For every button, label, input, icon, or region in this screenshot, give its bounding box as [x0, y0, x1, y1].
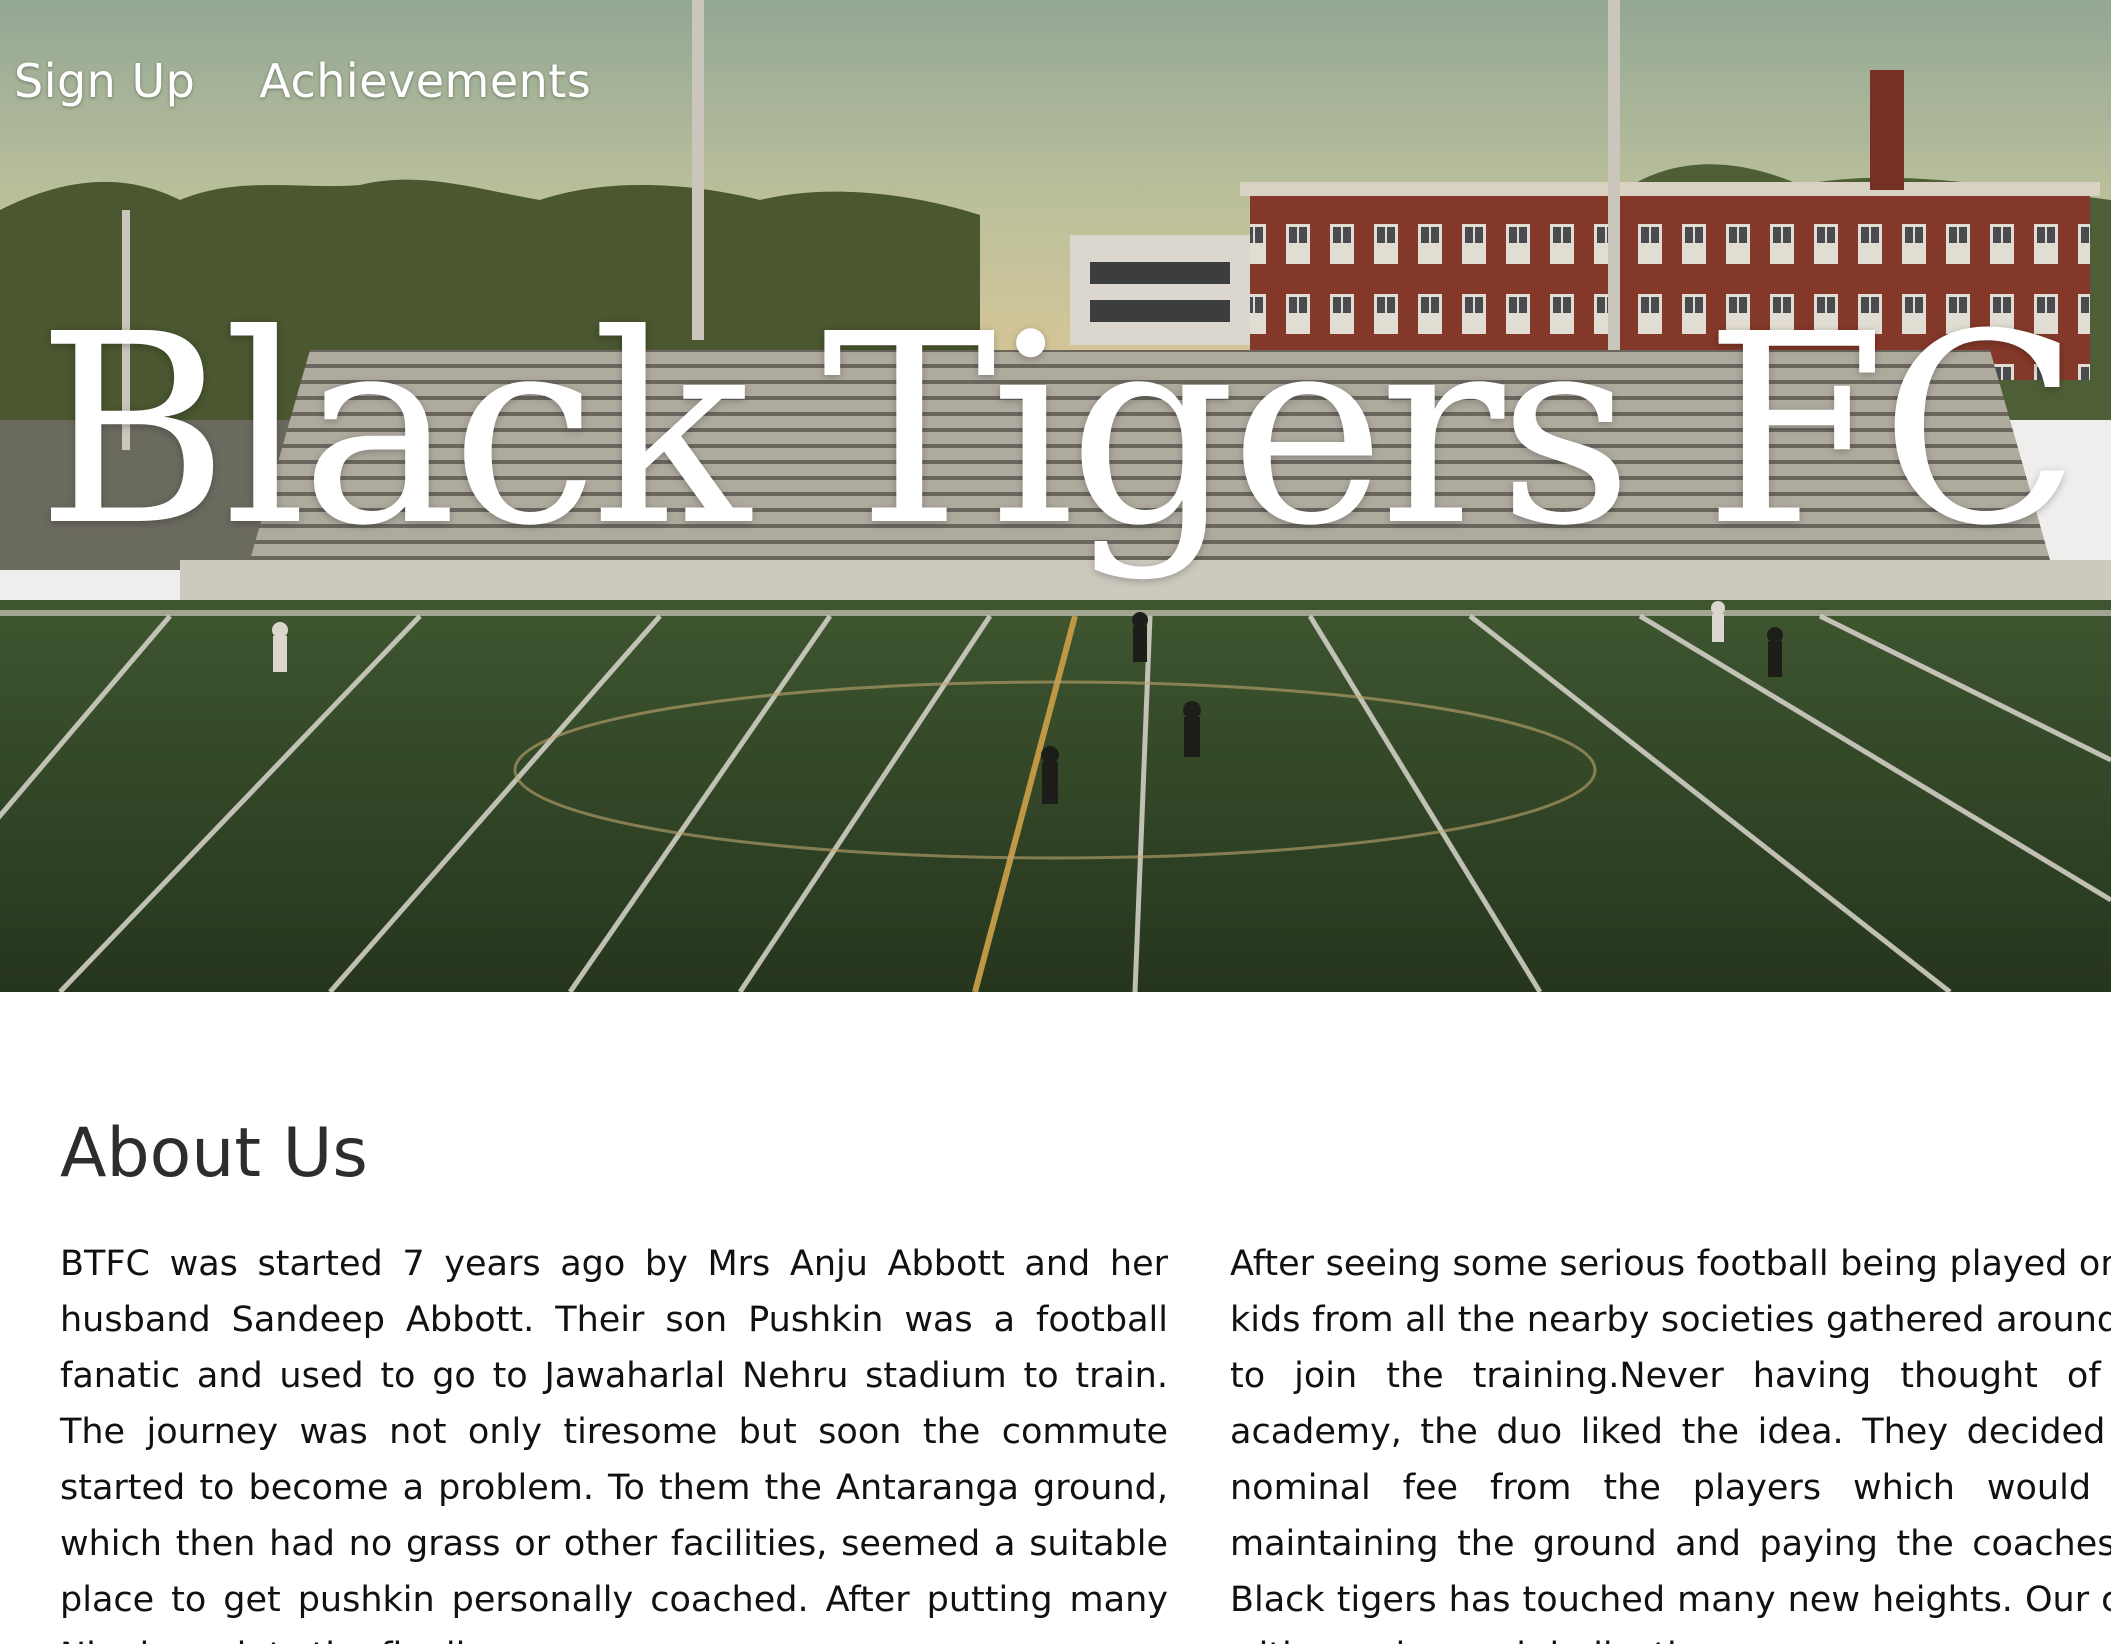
hero-title: Black Tigers FC [36, 278, 2081, 583]
top-nav: Sign Up Achievements [14, 54, 591, 108]
about-section: About Us BTFC was started 7 years ago by… [0, 992, 2111, 1644]
about-paragraph-right: After seeing some serious football being… [1230, 1244, 2111, 1644]
about-heading: About Us [60, 1114, 368, 1193]
nav-sign-up-link[interactable]: Sign Up [14, 54, 195, 108]
hero-banner: Sign Up Achievements Black Tigers FC [0, 0, 2111, 992]
nav-achievements-link[interactable]: Achievements [259, 54, 591, 108]
about-paragraph-left: BTFC was started 7 years ago by Mrs Anju… [60, 1244, 1168, 1644]
